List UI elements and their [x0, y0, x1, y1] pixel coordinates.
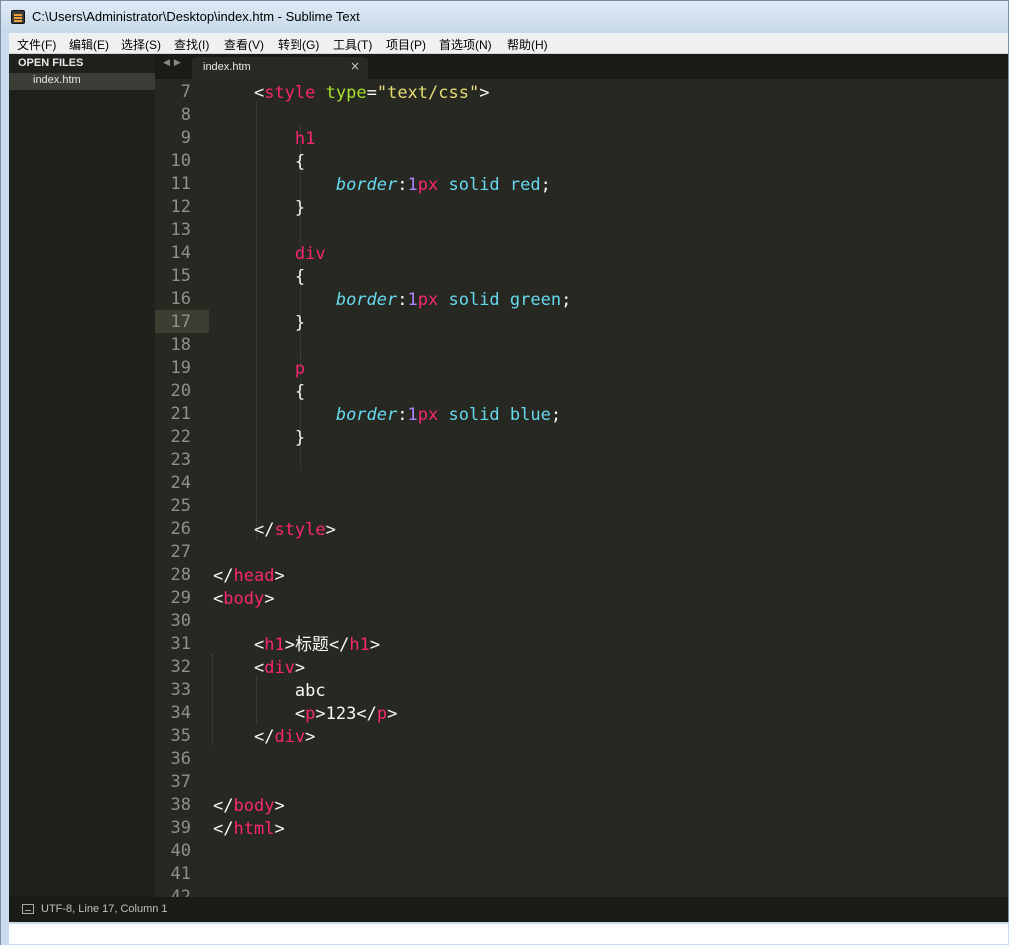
code-line-9: h1 [294, 129, 316, 149]
window-title: C:\Users\Administrator\Desktop\index.htm… [32, 9, 360, 24]
line-number: 33 [170, 680, 191, 700]
line-number: 42 [170, 887, 191, 897]
code-line-17: } [294, 313, 306, 333]
line-number: 21 [170, 404, 191, 424]
menu-tools[interactable]: 工具(T) [333, 36, 372, 53]
code-line-21: border:1px solid blue; [335, 405, 562, 425]
line-number: 8 [180, 105, 191, 125]
open-files-header: OPEN FILES [18, 57, 84, 69]
code-line-19: p [294, 359, 306, 379]
code-line-31: <h1>标题</h1> [253, 635, 381, 655]
code-line-39: </html> [213, 819, 285, 839]
line-number-gutter: 7 8 9 10 11 12 13 14 15 16 17 18 19 20 21 22 23 24 25 26 27 2… [155, 79, 209, 897]
line-number: 12 [170, 197, 191, 217]
line-number: 14 [170, 243, 191, 263]
code-line-35: </div> [253, 727, 316, 747]
line-number: 29 [170, 588, 191, 608]
status-bar: UTF-8, Line 17, Column 1 [9, 897, 1008, 922]
menu-help[interactable]: 帮助(H) [507, 36, 548, 53]
tab-bar: ◀▶ index.htm × [155, 54, 1008, 79]
code-line-12: } [294, 198, 306, 218]
line-number: 15 [170, 266, 191, 286]
status-text: UTF-8, Line 17, Column 1 [41, 903, 168, 915]
line-number: 27 [170, 542, 191, 562]
code-line-7: <style type="text/css"> [253, 83, 490, 103]
window-bottom-border [1, 922, 1009, 945]
line-number: 32 [170, 657, 191, 677]
line-number: 20 [170, 381, 191, 401]
line-number: 10 [170, 151, 191, 171]
sidebar-file-index[interactable]: index.htm [9, 73, 155, 90]
line-number: 19 [170, 358, 191, 378]
menu-project[interactable]: 项目(P) [386, 36, 426, 53]
line-number: 40 [170, 841, 191, 861]
code-line-20: { [294, 382, 306, 402]
line-number: 37 [170, 772, 191, 792]
title-bar: C:\Users\Administrator\Desktop\index.htm… [1, 1, 1008, 33]
line-number: 16 [170, 289, 191, 309]
sidebar-file-label: index.htm [33, 74, 81, 86]
tab-scroll-arrows-icon[interactable]: ◀▶ [163, 58, 185, 68]
line-number: 17 [170, 312, 191, 332]
panel-toggle-icon[interactable] [22, 904, 34, 914]
line-number: 11 [170, 174, 191, 194]
line-number: 23 [170, 450, 191, 470]
line-number: 7 [180, 82, 191, 102]
code-line-34: <p>123</p> [294, 704, 398, 724]
line-number: 28 [170, 565, 191, 585]
code-line-15: { [294, 267, 306, 287]
line-number: 36 [170, 749, 191, 769]
code-line-16: border:1px solid green; [335, 290, 572, 310]
sidebar: OPEN FILES index.htm [9, 54, 155, 897]
close-icon[interactable]: × [350, 59, 360, 73]
menu-edit[interactable]: 编辑(E) [69, 36, 109, 53]
line-number: 41 [170, 864, 191, 884]
code-line-11: border:1px solid red; [335, 175, 551, 195]
line-number: 35 [170, 726, 191, 746]
line-number: 39 [170, 818, 191, 838]
tab-index-htm[interactable]: index.htm × [192, 57, 368, 79]
line-number: 24 [170, 473, 191, 493]
tab-label: index.htm [203, 61, 251, 73]
window-bottom-panel [9, 924, 1008, 944]
menu-view[interactable]: 查看(V) [224, 36, 264, 53]
code-line-22: } [294, 428, 306, 448]
line-number: 13 [170, 220, 191, 240]
code-line-10: { [294, 152, 306, 172]
line-number: 30 [170, 611, 191, 631]
line-number: 38 [170, 795, 191, 815]
code-line-38: </body> [213, 796, 285, 816]
menu-find[interactable]: 查找(I) [174, 36, 209, 53]
code-line-33: abc [294, 681, 326, 701]
code-line-26: </style> [253, 520, 336, 540]
code-line-32: <div> [253, 658, 306, 678]
menu-file[interactable]: 文件(F) [17, 36, 56, 53]
app-window: C:\Users\Administrator\Desktop\index.htm… [0, 0, 1009, 945]
line-number: 18 [170, 335, 191, 355]
code-line-29: <body> [213, 589, 275, 609]
line-number: 22 [170, 427, 191, 447]
line-number: 31 [170, 634, 191, 654]
code-editor[interactable]: <style type="text/css"> h1 { border:1px … [209, 79, 1008, 897]
menu-bar: 文件(F) 编辑(E) 选择(S) 查找(I) 查看(V) 转到(G) 工具(T… [9, 33, 1008, 54]
menu-preferences[interactable]: 首选项(N) [439, 36, 492, 53]
line-number: 9 [180, 128, 191, 148]
line-number: 26 [170, 519, 191, 539]
code-line-28: </head> [213, 566, 285, 586]
code-line-14: div [294, 244, 326, 264]
line-number: 34 [170, 703, 191, 723]
menu-selection[interactable]: 选择(S) [121, 36, 161, 53]
menu-goto[interactable]: 转到(G) [278, 36, 319, 53]
sublime-app-icon [11, 10, 25, 24]
line-number: 25 [170, 496, 191, 516]
